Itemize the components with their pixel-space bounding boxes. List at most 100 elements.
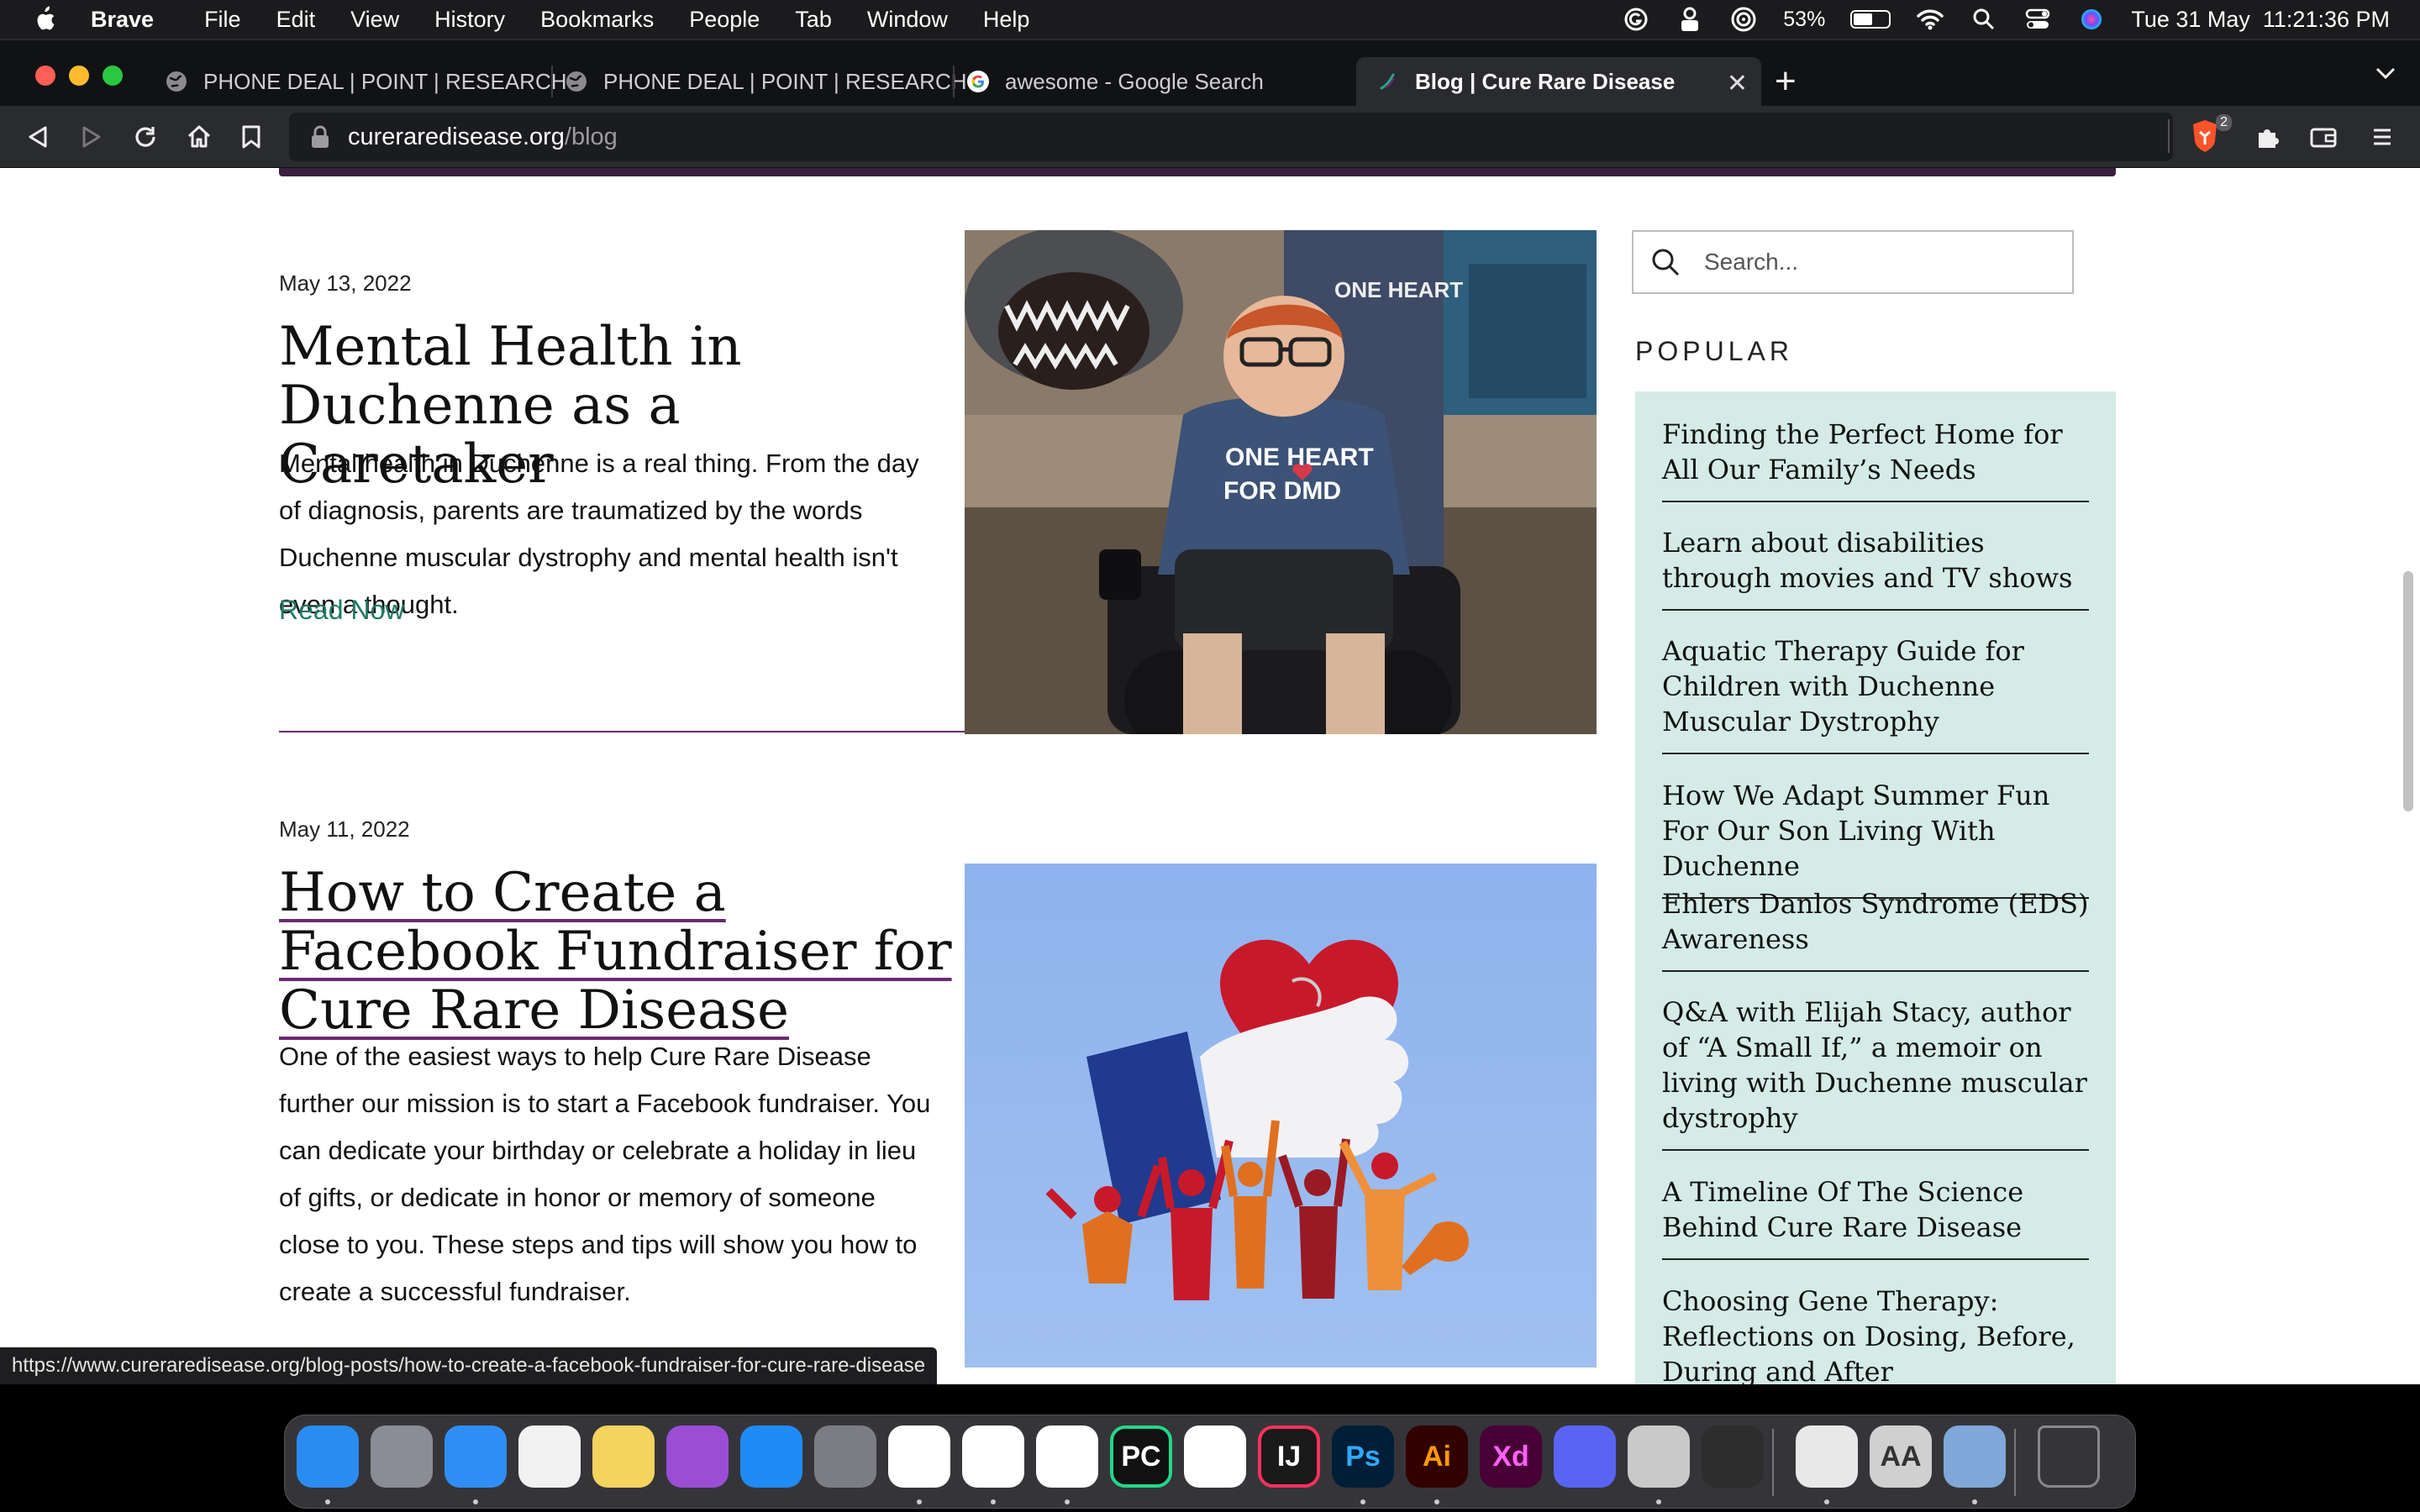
post-image-boy-wheelchair[interactable]: ONE HEART ONE HEART FOR DMD xyxy=(965,230,1597,734)
menu-hamburger-icon[interactable] xyxy=(2366,121,2398,153)
emoji-app-icon[interactable] xyxy=(1796,1425,1858,1488)
grammarly-icon[interactable] xyxy=(1622,5,1650,34)
battery-percentage: 53% xyxy=(1783,7,1826,31)
menu-view[interactable]: View xyxy=(350,7,399,33)
menu-tab[interactable]: Tab xyxy=(795,7,832,33)
battery-icon[interactable] xyxy=(1850,10,1891,29)
app-store-icon[interactable] xyxy=(740,1425,802,1488)
close-tab-icon[interactable]: ✕ xyxy=(1727,69,1748,98)
popular-post-link[interactable]: A Timeline Of The Science Behind Cure Ra… xyxy=(1662,1174,2089,1260)
post-excerpt: One of the easiest ways to help Cure Rar… xyxy=(279,1042,931,1306)
popular-post-link[interactable]: How We Adapt Summer Fun For Our Son Livi… xyxy=(1662,778,2089,899)
running-indicator xyxy=(325,1499,330,1504)
dock: PC IJ Ps Ai Xd AA xyxy=(284,1415,2136,1509)
menu-edit[interactable]: Edit xyxy=(276,7,316,33)
running-indicator xyxy=(1065,1499,1070,1504)
close-window-button[interactable] xyxy=(35,66,55,86)
menu-help[interactable]: Help xyxy=(983,7,1030,33)
menu-history[interactable]: History xyxy=(434,7,505,33)
forward-button[interactable] xyxy=(76,121,108,153)
system-preferences-icon[interactable] xyxy=(814,1425,876,1488)
menu-app-name[interactable]: Brave xyxy=(91,7,154,33)
site-header-edge xyxy=(279,168,2116,176)
page-scrollbar[interactable] xyxy=(2403,571,2413,811)
pycharm-icon[interactable]: PC xyxy=(1110,1425,1172,1488)
back-button[interactable] xyxy=(22,121,54,153)
discord-icon[interactable] xyxy=(1554,1425,1616,1488)
user-lock-icon[interactable] xyxy=(1676,5,1704,34)
popular-post-link[interactable]: Finding the Perfect Home for All Our Fam… xyxy=(1662,417,2089,502)
menu-people[interactable]: People xyxy=(689,7,760,33)
wifi-icon[interactable] xyxy=(1916,5,1944,34)
spotlight-search-icon[interactable] xyxy=(1970,5,1998,34)
finder-icon[interactable] xyxy=(297,1425,359,1488)
read-now-link[interactable]: Read Now xyxy=(279,595,404,626)
new-tab-button[interactable]: + xyxy=(1775,60,1797,102)
tab-phone-deal-2[interactable]: PHONE DEAL | POINT | RESEARCH xyxy=(544,57,967,106)
tab-phone-deal-1[interactable]: PHONE DEAL | POINT | RESEARCH xyxy=(145,57,567,106)
vscode-icon[interactable] xyxy=(1036,1425,1098,1488)
dock-area: PC IJ Ps Ai Xd AA xyxy=(0,1384,2420,1512)
chevron-down-icon[interactable] xyxy=(2375,66,2396,85)
menu-window[interactable]: Window xyxy=(867,7,948,33)
brave-shields-icon[interactable]: 2 xyxy=(2188,114,2232,155)
menu-bookmarks[interactable]: Bookmarks xyxy=(540,7,654,33)
post-divider xyxy=(279,731,966,732)
brave-icon[interactable] xyxy=(888,1425,950,1488)
wallet-icon[interactable] xyxy=(2307,121,2339,153)
font-book-icon[interactable]: AA xyxy=(1870,1425,1932,1488)
xd-icon[interactable]: Xd xyxy=(1480,1425,1542,1488)
final-cut-icon[interactable] xyxy=(1702,1425,1764,1488)
clock[interactable]: Tue 31 May 11:21:36 PM xyxy=(2131,7,2390,33)
popular-post-link[interactable]: Q&A with Elijah Stacy, author of “A Smal… xyxy=(1662,995,2089,1151)
running-indicator xyxy=(1972,1499,1977,1504)
disk-utility-icon[interactable] xyxy=(1628,1425,1690,1488)
menu-file[interactable]: File xyxy=(204,7,241,33)
launchpad-icon[interactable] xyxy=(371,1425,433,1488)
running-indicator xyxy=(917,1499,922,1504)
intellij-icon[interactable]: IJ xyxy=(1258,1425,1320,1488)
address-bar[interactable]: cureraredisease.org/blog xyxy=(289,113,2173,161)
popular-post-link[interactable]: Ehlers Danlos Syndrome (EDS) Awareness xyxy=(1662,886,2089,972)
zoom-window-button[interactable] xyxy=(103,66,123,86)
bookmark-button[interactable] xyxy=(235,121,267,153)
popular-posts-list: Finding the Perfect Home for All Our Fam… xyxy=(1635,391,2116,1384)
chrome-icon[interactable] xyxy=(962,1425,1024,1488)
shirt-text-back: ONE HEART xyxy=(1334,277,1463,302)
lock-icon xyxy=(312,125,329,148)
trash-icon[interactable] xyxy=(2038,1425,2100,1488)
safari-icon[interactable] xyxy=(445,1425,507,1488)
podcasts-icon[interactable] xyxy=(666,1425,729,1488)
siri-icon[interactable] xyxy=(2077,5,2106,34)
tab-google-search[interactable]: awesome - Google Search xyxy=(946,57,1349,106)
dock-separator xyxy=(2014,1429,2016,1496)
dock-separator xyxy=(1772,1429,1774,1496)
instruments-icon[interactable] xyxy=(1184,1425,1246,1488)
photos-icon[interactable] xyxy=(518,1425,581,1488)
tab-title: awesome - Google Search xyxy=(1005,68,1264,94)
popular-heading: POPULAR xyxy=(1635,336,1793,366)
popular-post-link[interactable]: Choosing Gene Therapy: Reflections on Do… xyxy=(1662,1284,2089,1384)
preview-icon[interactable] xyxy=(1944,1425,2006,1488)
photoshop-icon[interactable]: Ps xyxy=(1332,1425,1394,1488)
popular-post-link[interactable]: Aquatic Therapy Guide for Children with … xyxy=(1662,633,2089,754)
minimize-window-button[interactable] xyxy=(69,66,89,86)
popular-post-link[interactable]: Learn about disabilities through movies … xyxy=(1662,525,2089,611)
extensions-icon[interactable] xyxy=(2252,121,2284,153)
tab-blog-cure-rare-disease[interactable]: Blog | Cure Rare Disease ✕ xyxy=(1356,57,1761,106)
apple-icon[interactable] xyxy=(32,5,57,34)
illustrator-icon[interactable]: Ai xyxy=(1406,1425,1468,1488)
home-button[interactable] xyxy=(183,121,215,153)
post-image-heart-hand[interactable] xyxy=(965,864,1597,1368)
control-center-icon[interactable] xyxy=(2023,5,2052,34)
post-title-link[interactable]: How to Create a Facebook Fundraiser for … xyxy=(279,864,968,1040)
post-date: May 11, 2022 xyxy=(279,816,410,842)
screen-record-icon[interactable] xyxy=(1729,5,1758,34)
blog-post-card: May 13, 2022 Mental Health in Duchenne a… xyxy=(279,227,1597,739)
reload-button[interactable] xyxy=(129,121,161,153)
notes-icon[interactable] xyxy=(592,1425,655,1488)
running-indicator xyxy=(1824,1499,1829,1504)
running-indicator xyxy=(1656,1499,1661,1504)
search-input[interactable]: Search... xyxy=(1632,230,2074,294)
running-indicator xyxy=(1434,1499,1439,1504)
